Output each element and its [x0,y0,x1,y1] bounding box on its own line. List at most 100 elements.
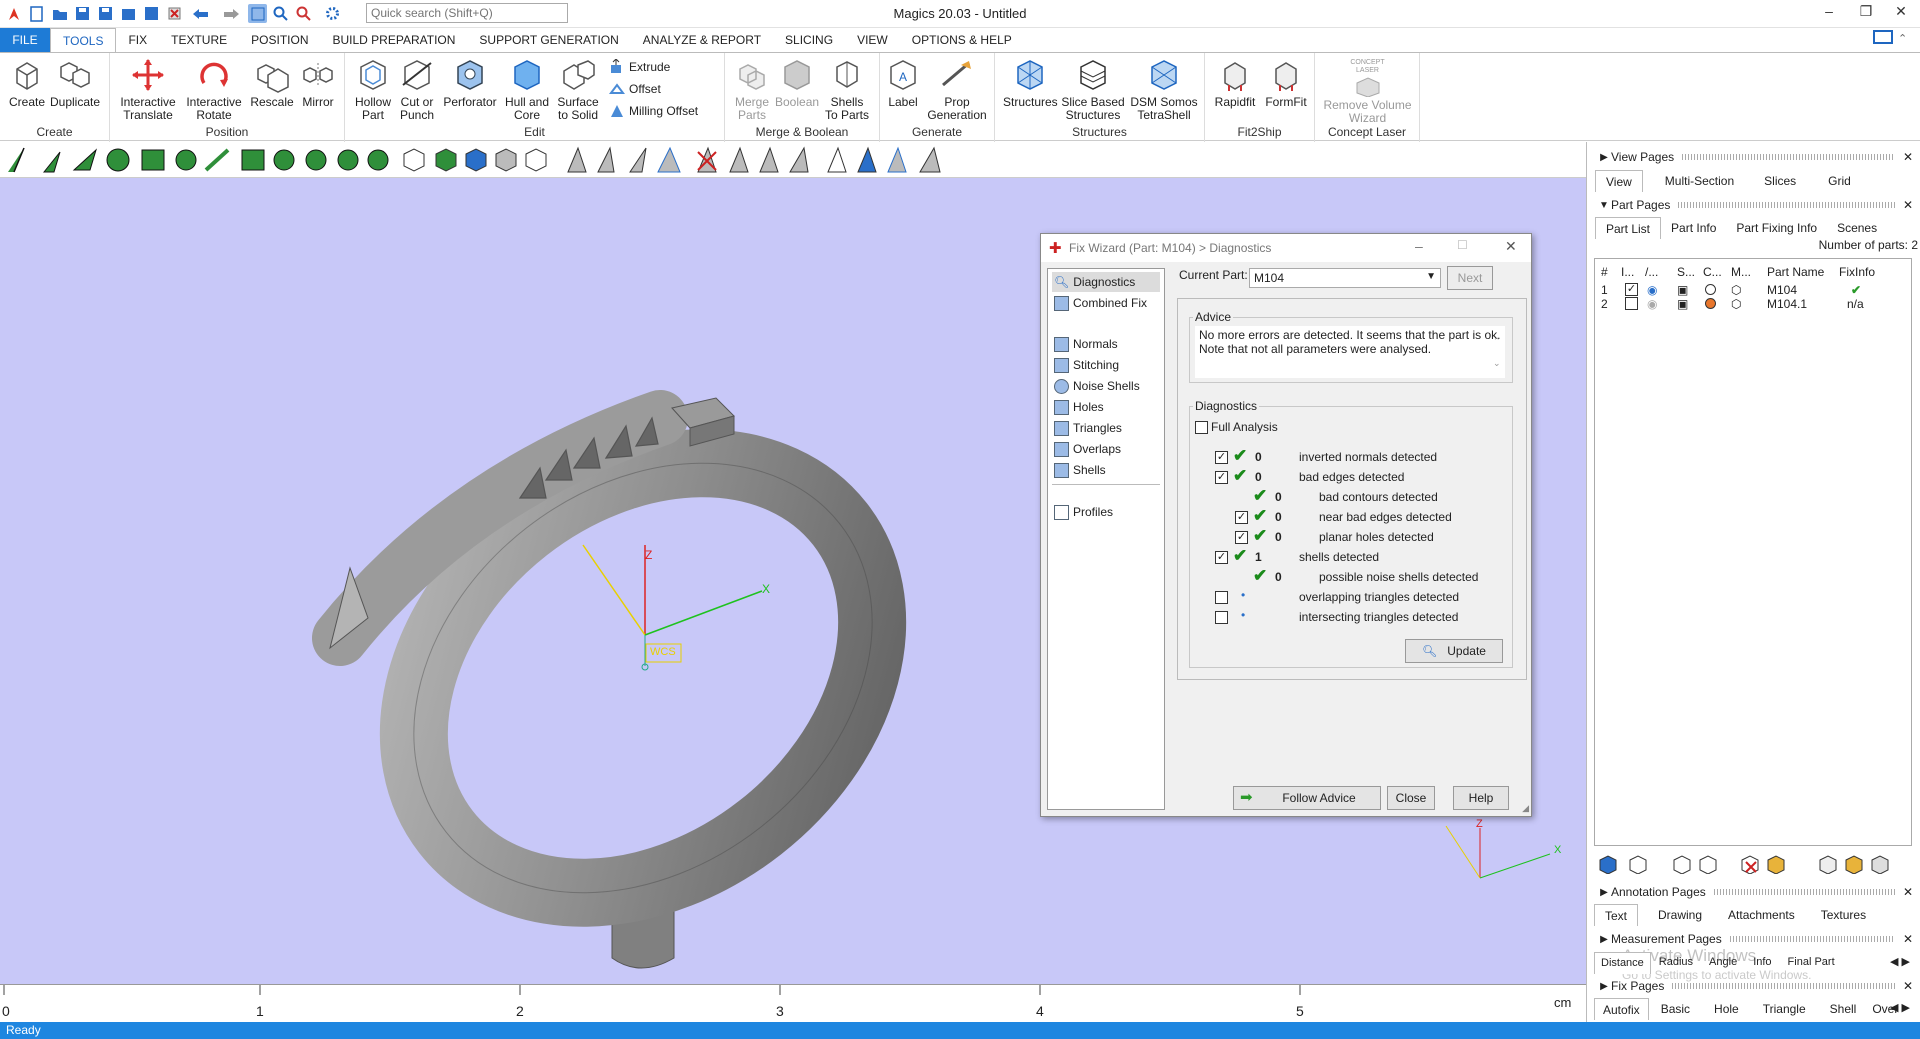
structures-button[interactable]: Structures [1003,57,1058,109]
slice-based-structures-button[interactable]: Slice Based Structures [1061,57,1125,122]
interactive-rotate-button[interactable]: Interactive Rotate [184,57,244,122]
tab-texture[interactable]: TEXTURE [159,28,239,52]
select-part-icons[interactable] [403,148,547,172]
tab-slices[interactable]: Slices [1754,170,1806,192]
fix-tab-scroll-arrows[interactable]: ◀ ▶ [1890,1001,1910,1014]
tab-tools[interactable]: TOOLS [50,28,117,52]
tab-scenes[interactable]: Scenes [1827,217,1887,239]
tab-angle[interactable]: Angle [1701,952,1745,974]
ribbon-monitor-icon[interactable] [1872,28,1894,51]
restore-button[interactable]: ❐ [1853,3,1879,23]
tab-autofix[interactable]: Autofix [1594,998,1649,1020]
tab-shell[interactable]: Shell [1818,998,1869,1020]
help-button[interactable]: Help [1453,786,1509,810]
close-icon[interactable]: ✕ [1903,979,1913,993]
boolean-button[interactable]: Boolean [775,57,819,109]
diag-checkbox-intersecting[interactable] [1215,611,1228,624]
duplicate-button[interactable]: Duplicate [50,57,100,109]
hull-and-core-button[interactable]: Hull and Core [503,57,551,122]
shading-icon[interactable]: ▣ [1677,297,1688,311]
part-color-swatch[interactable] [1705,298,1716,309]
tab-distance[interactable]: Distance [1594,952,1651,974]
diag-checkbox-shells[interactable]: ✓ [1215,551,1228,564]
tab-textures[interactable]: Textures [1811,904,1876,926]
update-button[interactable]: 🔍︎ Update [1405,639,1503,663]
dialog-minimize-button[interactable]: – [1415,238,1423,254]
tab-view[interactable]: VIEW [845,28,900,52]
next-button[interactable]: Next [1447,266,1493,290]
label-button[interactable]: A Label [884,57,922,109]
tab-multi-section[interactable]: Multi-Section [1655,170,1744,192]
tab-part-fixing-info[interactable]: Part Fixing Info [1726,217,1827,239]
remove-volume-wizard-button[interactable]: CONCEPT LASER Remove Volume Wizard [1319,57,1416,125]
extrude-button[interactable]: Extrude [609,59,670,75]
dsm-somos-tetrashell-button[interactable]: DSM Somos TetraShell [1129,57,1199,122]
table-row[interactable]: 2 ◉ ▣ ⬡ M104.1 n/a [1595,297,1911,311]
view-pages-header[interactable]: ▶ View Pages ✕ [1587,148,1920,166]
close-icon[interactable]: ✕ [1903,932,1913,946]
prop-generation-button[interactable]: Prop Generation [924,57,990,122]
interactive-translate-button[interactable]: Interactive Translate [118,57,178,122]
nav-overlaps[interactable]: Overlaps [1052,439,1160,459]
col-mode[interactable]: M... [1731,265,1751,279]
tab-basic[interactable]: Basic [1649,998,1702,1020]
close-icon[interactable]: ✕ [1903,885,1913,899]
tab-scroll-arrows[interactable]: ◀ ▶ [1890,955,1910,968]
diag-checkbox-near-bad-edges[interactable]: ✓ [1235,511,1248,524]
advice-scrollbar[interactable]: ⌃ ⌄ [1493,330,1501,374]
nav-normals[interactable]: Normals [1052,334,1160,354]
col-part-name[interactable]: Part Name [1767,265,1824,279]
full-analysis-checkbox[interactable] [1195,421,1208,434]
col-number[interactable]: # [1601,265,1608,279]
tab-slicing[interactable]: SLICING [773,28,845,52]
ribbon-collapse-icon[interactable]: ⌃ [1898,32,1907,45]
offset-button[interactable]: Offset [609,81,661,97]
row-select-checkbox[interactable] [1625,297,1638,310]
diag-checkbox-planar-holes[interactable]: ✓ [1235,531,1248,544]
rescale-button[interactable]: Rescale [250,57,294,109]
tab-text[interactable]: Text [1594,904,1639,926]
follow-advice-button[interactable]: ➡ Follow Advice [1233,786,1381,810]
diag-checkbox-inverted-normals[interactable]: ✓ [1215,451,1228,464]
diag-checkbox-overlapping[interactable] [1215,591,1228,604]
nav-triangles[interactable]: Triangles [1052,418,1160,438]
mark-tool-icons[interactable] [8,147,389,173]
close-window-button[interactable]: ✕ [1888,3,1914,23]
merge-parts-button[interactable]: Merge Parts [731,57,773,122]
tab-part-info[interactable]: Part Info [1661,217,1726,239]
dialog-maximize-button[interactable]: ☐ [1457,238,1468,252]
hollow-part-button[interactable]: Hollow Part [353,57,393,122]
triangle-tools-icons[interactable] [567,146,941,173]
tab-build-preparation[interactable]: BUILD PREPARATION [321,28,468,52]
mode-cube-icon[interactable]: ⬡ [1731,297,1741,311]
tab-part-list[interactable]: Part List [1595,217,1662,239]
milling-offset-button[interactable]: Milling Offset [609,103,698,119]
col-color[interactable]: C... [1703,265,1722,279]
nav-profiles[interactable]: Profiles [1052,502,1160,522]
tab-file[interactable]: FILE [0,28,50,52]
shells-to-parts-button[interactable]: Shells To Parts [823,57,871,122]
table-row[interactable]: 1 ✓ ◉ ▣ ⬡ M104 ✔ [1595,283,1911,297]
tab-options-help[interactable]: OPTIONS & HELP [900,28,1024,52]
tab-view-page[interactable]: View [1595,170,1643,192]
shading-icon[interactable]: ▣ [1677,283,1688,297]
row-select-checkbox[interactable]: ✓ [1625,283,1638,296]
nav-diagnostics[interactable]: 🔍︎ Diagnostics [1052,272,1160,292]
tab-final-part[interactable]: Final Part [1780,952,1843,974]
tab-analyze-report[interactable]: ANALYZE & REPORT [631,28,773,52]
close-button[interactable]: Close [1387,786,1435,810]
perforator-button[interactable]: Perforator [441,57,499,109]
formfit-button[interactable]: FormFit [1263,57,1309,109]
surface-to-solid-button[interactable]: Surface to Solid [555,57,601,122]
minimize-button[interactable]: – [1816,3,1842,23]
tab-grid[interactable]: Grid [1818,170,1861,192]
col-fixinfo[interactable]: FixInfo [1839,265,1875,279]
tab-position[interactable]: POSITION [239,28,320,52]
rapidfit-button[interactable]: Rapidfit [1211,57,1259,109]
tab-triangle[interactable]: Triangle [1751,998,1818,1020]
mode-cube-icon[interactable]: ⬡ [1731,283,1741,297]
tab-support-generation[interactable]: SUPPORT GENERATION [467,28,630,52]
annotation-pages-header[interactable]: ▶ Annotation Pages ✕ [1587,883,1920,901]
resize-grip-icon[interactable]: ◢ [1522,803,1529,814]
diag-checkbox-bad-edges[interactable]: ✓ [1215,471,1228,484]
